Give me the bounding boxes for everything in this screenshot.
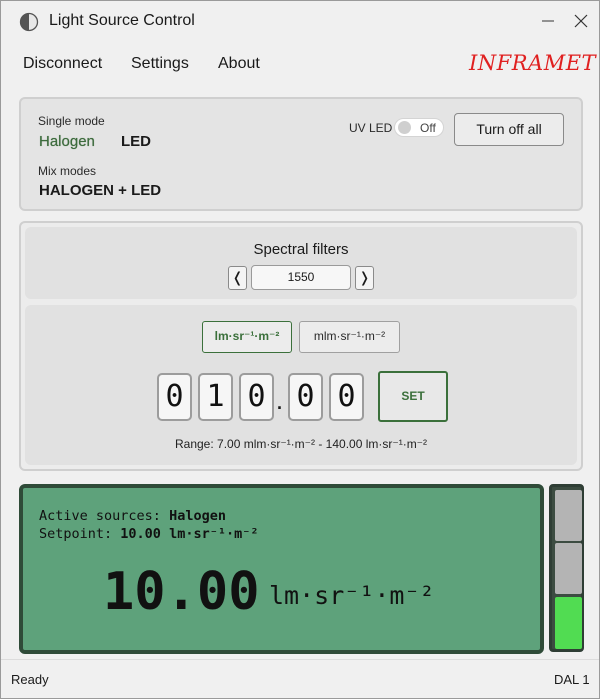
unit-lm-button[interactable]: lm·sr⁻¹·m⁻² <box>202 321 292 353</box>
status-display: Active sources: Halogen Setpoint: 10.00 … <box>19 484 544 654</box>
big-readout-unit: lm·sr⁻¹·m⁻² <box>269 581 435 610</box>
single-mode-label: Single mode <box>38 114 105 128</box>
meter-segment-lit <box>555 597 582 649</box>
uv-led-toggle[interactable]: Off <box>394 118 444 137</box>
app-window: Light Source Control Disconnect Settings… <box>0 0 600 699</box>
toggle-state: Off <box>420 121 436 135</box>
setpoint-line: Setpoint: 10.00 lm·sr⁻¹·m⁻² <box>39 526 258 542</box>
setpoint-label: Setpoint: <box>39 526 113 542</box>
uv-led-label: UV LED <box>349 121 393 135</box>
turn-off-all-button[interactable]: Turn off all <box>454 113 564 146</box>
filter-value: 1550 <box>251 265 351 290</box>
led-mode-button[interactable]: LED <box>121 133 151 150</box>
menu-disconnect[interactable]: Disconnect <box>23 55 102 73</box>
setpoint-value: 10.00 lm·sr⁻¹·m⁻² <box>120 526 259 542</box>
filter-next-button[interactable]: ❭ <box>355 266 374 290</box>
meter-segment <box>555 543 582 594</box>
unit-mlm-button[interactable]: mlm·sr⁻¹·m⁻² <box>299 321 400 353</box>
menu-about[interactable]: About <box>218 55 260 73</box>
filter-prev-button[interactable]: ❬ <box>228 266 247 290</box>
set-button[interactable]: SET <box>378 371 448 422</box>
close-icon[interactable] <box>567 9 595 33</box>
halogen-mode-button[interactable]: Halogen <box>39 133 95 150</box>
range-text: Range: 7.00 mlm·sr⁻¹·m⁻² - 140.00 lm·sr⁻… <box>174 437 428 451</box>
device-id: DAL 1 <box>554 672 590 687</box>
digit-hundredths[interactable]: 0 <box>329 373 364 421</box>
minimize-icon[interactable] <box>535 9 563 33</box>
digit-tenths[interactable]: 0 <box>288 373 323 421</box>
active-sources-label: Active sources: <box>39 508 161 524</box>
status-bar: Ready DAL 1 <box>1 659 599 698</box>
big-readout-value: 10.00 <box>103 562 260 622</box>
decimal-point: . <box>277 393 283 413</box>
mix-modes-label: Mix modes <box>38 164 97 178</box>
halogen-led-mode-button[interactable]: HALOGEN + LED <box>39 182 161 199</box>
window-title: Light Source Control <box>49 12 195 29</box>
title-bar: Light Source Control <box>1 1 599 41</box>
menu-bar: Disconnect Settings About INFRAMET <box>1 45 599 85</box>
active-sources-value: Halogen <box>169 508 226 524</box>
brand-logo: INFRAMET <box>469 51 597 75</box>
level-meter <box>549 484 584 652</box>
digit-tens-hundreds[interactable]: 0 <box>157 373 192 421</box>
menu-settings[interactable]: Settings <box>131 55 189 73</box>
digit-tens[interactable]: 1 <box>198 373 233 421</box>
status-text: Ready <box>11 672 49 687</box>
active-sources-line: Active sources: Halogen <box>39 508 226 524</box>
toggle-knob <box>398 121 411 134</box>
meter-segment <box>555 490 582 541</box>
half-circle-icon <box>19 12 39 32</box>
digit-ones[interactable]: 0 <box>239 373 274 421</box>
spectral-filters-title: Spectral filters <box>253 241 349 258</box>
